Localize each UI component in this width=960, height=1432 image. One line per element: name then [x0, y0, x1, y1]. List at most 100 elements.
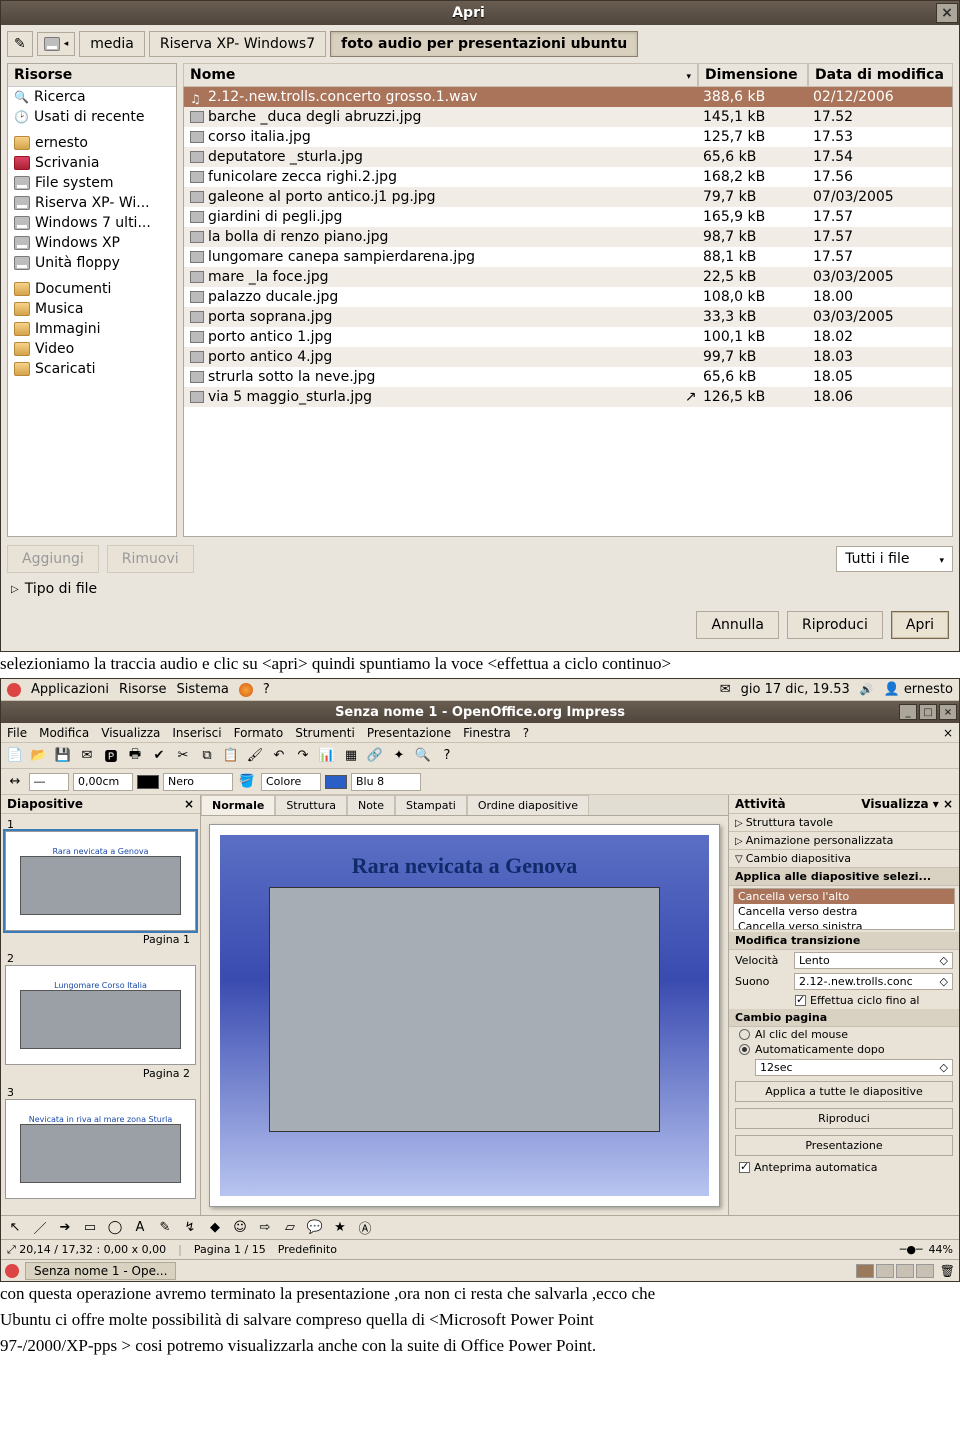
line-style-field[interactable]: ― — [29, 773, 69, 791]
drawing-toolbar[interactable]: ↖ ／ ➔ ▭ ◯ A ✎ ↯ ◆ ☺ ⇨ ▱ 💬 ★ Ⓐ — [1, 1215, 959, 1239]
ubuntu-icon[interactable] — [7, 683, 21, 697]
file-filter-combo[interactable]: Tutti i file — [836, 546, 953, 572]
text-tool-icon[interactable]: A — [130, 1218, 150, 1238]
menu-applications[interactable]: Applicazioni — [31, 682, 109, 697]
line-color-swatch[interactable] — [137, 775, 159, 789]
col-date[interactable]: Data di modifica — [808, 63, 953, 87]
stars-icon[interactable]: ★ — [330, 1218, 350, 1238]
chart-icon[interactable]: 📊 — [317, 746, 337, 766]
impress-titlebar[interactable]: Senza nome 1 - OpenOffice.org Impress _ … — [1, 701, 959, 723]
sidebar-item[interactable]: Windows XP — [8, 233, 176, 253]
speed-combo[interactable]: Lento◇ — [794, 952, 953, 969]
tab-notes[interactable]: Note — [347, 795, 395, 815]
callouts-icon[interactable]: 💬 — [305, 1218, 325, 1238]
sidebar-item[interactable]: Musica — [8, 299, 176, 319]
remove-bookmark-button[interactable]: Rimuovi — [107, 545, 194, 573]
sidebar-item[interactable]: Usati di recente — [8, 107, 176, 127]
slide-panel-close-icon[interactable]: × — [184, 797, 194, 811]
taskpane-show-button[interactable]: Presentazione — [735, 1135, 953, 1156]
help-toolbar-icon[interactable]: ? — [437, 746, 457, 766]
path-root-icon[interactable]: ◂ — [37, 32, 76, 56]
sidebar-item[interactable]: Scaricati — [8, 359, 176, 379]
file-row[interactable]: porto antico 4.jpg99,7 kB18.03 — [184, 347, 952, 367]
sidebar-item[interactable]: Unità floppy — [8, 253, 176, 273]
tab-sorter[interactable]: Ordine diapositive — [467, 795, 589, 815]
file-row[interactable]: galeone al porto antico.j1 pg.jpg79,7 kB… — [184, 187, 952, 207]
file-row[interactable]: porto antico 1.jpg100,1 kB18.02 — [184, 327, 952, 347]
crumb-current[interactable]: foto audio per presentazioni ubuntu — [330, 31, 638, 57]
trash-icon[interactable]: 🗑 — [940, 1264, 955, 1278]
tab-normal[interactable]: Normale — [201, 795, 275, 815]
transition-list[interactable]: Cancella verso l'alto Cancella verso des… — [733, 888, 955, 930]
menubar-close-icon[interactable]: × — [943, 726, 953, 740]
sidebar-item[interactable]: Immagini — [8, 319, 176, 339]
workspace-switcher[interactable] — [856, 1264, 934, 1278]
fill-color-field[interactable]: Blu 8 — [351, 773, 421, 791]
menu-view[interactable]: Visualizza — [101, 726, 160, 740]
file-row[interactable]: 2.12-.new.trolls.concerto grosso.1.wav38… — [184, 87, 952, 107]
file-row[interactable]: strurla sotto la neve.jpg65,6 kB18.05 — [184, 367, 952, 387]
arrows-icon[interactable]: ⇨ — [255, 1218, 275, 1238]
cut-icon[interactable]: ✂ — [173, 746, 193, 766]
help-icon[interactable]: ? — [263, 682, 270, 697]
rect-tool-icon[interactable]: ▭ — [80, 1218, 100, 1238]
nav-icon[interactable]: ✦ — [389, 746, 409, 766]
sidebar-item[interactable]: Documenti — [8, 279, 176, 299]
menu-system[interactable]: Sistema — [176, 682, 228, 697]
slide-thumb[interactable]: Nevicata in riva al mare zona Sturla — [5, 1099, 196, 1199]
sidebar-item[interactable]: Ricerca — [8, 87, 176, 107]
sidebar-item[interactable]: Windows 7 ulti... — [8, 213, 176, 233]
sec-transition[interactable]: Cambio diapositiva — [729, 850, 959, 868]
file-row[interactable]: palazzo ducale.jpg108,0 kB18.00 — [184, 287, 952, 307]
arrow-tool-icon[interactable]: ➔ — [55, 1218, 75, 1238]
col-size[interactable]: Dimensione — [698, 63, 808, 87]
auto-preview-checkbox[interactable]: Anteprima automatica — [729, 1159, 959, 1176]
view-tabs[interactable]: Normale Struttura Note Stampati Ordine d… — [201, 795, 728, 816]
open-icon[interactable]: 📂 — [29, 746, 49, 766]
table-icon[interactable]: ▦ — [341, 746, 361, 766]
mail-doc-icon[interactable]: ✉ — [77, 746, 97, 766]
file-row[interactable]: corso italia.jpg125,7 kB17.53 — [184, 127, 952, 147]
window-close-icon[interactable]: × — [939, 704, 957, 720]
taskpane-view[interactable]: Visualizza ▾ × — [861, 797, 953, 811]
cancel-button[interactable]: Annulla — [696, 611, 779, 639]
status-zoom[interactable]: 44% — [929, 1243, 953, 1256]
select-tool-icon[interactable]: ↖ — [5, 1218, 25, 1238]
new-icon[interactable]: 📄 — [5, 746, 25, 766]
taskpane-play-button[interactable]: Riproduci — [735, 1108, 953, 1129]
col-name[interactable]: Nome — [183, 63, 698, 87]
ellipse-tool-icon[interactable]: ◯ — [105, 1218, 125, 1238]
taskbar-item[interactable]: Senza nome 1 - Ope... — [25, 1262, 176, 1280]
tab-handout[interactable]: Stampati — [395, 795, 467, 815]
file-row[interactable]: mare _la foce.jpg22,5 kB03/03/2005 — [184, 267, 952, 287]
arrow-style-icon[interactable]: ↔ — [5, 772, 25, 792]
slide-thumb[interactable]: Rara nevicata a Genova — [5, 831, 196, 931]
advance-onclick[interactable]: Al clic del mouse — [729, 1027, 959, 1042]
auto-time-field[interactable]: 12sec◇ — [755, 1059, 953, 1076]
menu-edit[interactable]: Modifica — [39, 726, 89, 740]
sound-combo[interactable]: 2.12-.new.trolls.conc◇ — [794, 973, 953, 990]
sec-custom-anim[interactable]: Animazione personalizzata — [729, 832, 959, 850]
gnome-bottom-panel[interactable]: Senza nome 1 - Ope... 🗑 — [1, 1259, 959, 1281]
dialog-titlebar[interactable]: Apri × — [1, 1, 959, 25]
apply-all-button[interactable]: Applica a tutte le diapositive — [735, 1081, 953, 1102]
open-button[interactable]: Apri — [891, 611, 949, 639]
line-color-field[interactable]: Nero — [163, 773, 233, 791]
standard-toolbar[interactable]: 📄 📂 💾 ✉ 🅿 🖶 ✔ ✂ ⧉ 📋 🖌 ↶ ↷ 📊 ▦ 🔗 ✦ 🔍 ? — [1, 743, 959, 769]
file-row[interactable]: giardini di pegli.jpg165,9 kB17.57 — [184, 207, 952, 227]
slide-canvas[interactable]: Rara nevicata a Genova — [209, 824, 720, 1207]
file-row[interactable]: barche _duca degli abruzzi.jpg145,1 kB17… — [184, 107, 952, 127]
menubar[interactable]: File Modifica Visualizza Inserisci Forma… — [1, 723, 959, 743]
filetype-expander[interactable]: ▷Tipo di file — [7, 573, 953, 605]
file-list[interactable]: 2.12-.new.trolls.concerto grosso.1.wav38… — [183, 87, 953, 537]
redo-icon[interactable]: ↷ — [293, 746, 313, 766]
loop-checkbox[interactable]: Effettua ciclo fino al — [729, 992, 959, 1009]
undo-icon[interactable]: ↶ — [269, 746, 289, 766]
file-row[interactable]: lungomare canepa sampierdarena.jpg88,1 k… — [184, 247, 952, 267]
slide-thumb[interactable]: Lungomare Corso Italia — [5, 965, 196, 1065]
minimize-icon[interactable]: _ — [899, 704, 917, 720]
advance-auto[interactable]: Automaticamente dopo — [729, 1042, 959, 1057]
line-width-field[interactable]: 0,00cm — [73, 773, 133, 791]
sec-layouts[interactable]: Struttura tavole — [729, 814, 959, 832]
flowchart-icon[interactable]: ▱ — [280, 1218, 300, 1238]
